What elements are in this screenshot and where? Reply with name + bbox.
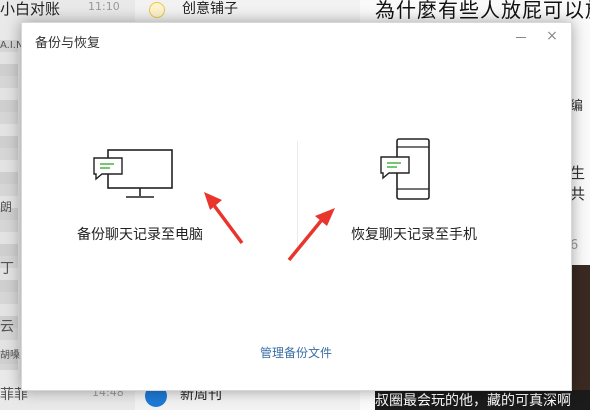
chat-item-time: 11:10 <box>88 0 120 13</box>
chat-item-fragment: A.I.N <box>0 40 24 51</box>
article-fragment: 生共 <box>570 164 586 203</box>
backup-label: 备份聊天记录至电脑 <box>77 227 203 243</box>
chat-item-fragment: 云 <box>0 319 14 335</box>
chat-item-name[interactable]: 小白对账 <box>0 0 60 19</box>
article-caption: 叔圈最会玩的他，藏的可真深啊 <box>375 390 590 410</box>
group-title[interactable]: 创意铺子 <box>182 0 238 18</box>
computer-icon <box>93 149 173 198</box>
close-button[interactable]: × <box>543 27 561 45</box>
dialog-title: 备份与恢复 <box>35 36 101 51</box>
minimize-button[interactable] <box>513 29 529 45</box>
chat-item-fragment: 朗 <box>0 200 13 214</box>
restore-to-phone-option[interactable]: 恢复聊天记录至手机 <box>347 135 497 245</box>
chat-item-fragment: 胡嗓 <box>0 350 20 361</box>
restore-label: 恢复聊天记录至手机 <box>351 227 477 243</box>
manage-backup-files-link[interactable]: 管理备份文件 <box>260 344 332 361</box>
lightbulb-icon <box>149 2 165 18</box>
red-arrow-annotation <box>204 192 244 245</box>
article-title: 為什麼有些人放屁可以放 <box>375 0 590 22</box>
chat-item-fragment: 丁 <box>0 261 14 277</box>
red-arrow-annotation <box>287 208 335 262</box>
phone-icon <box>380 138 430 200</box>
